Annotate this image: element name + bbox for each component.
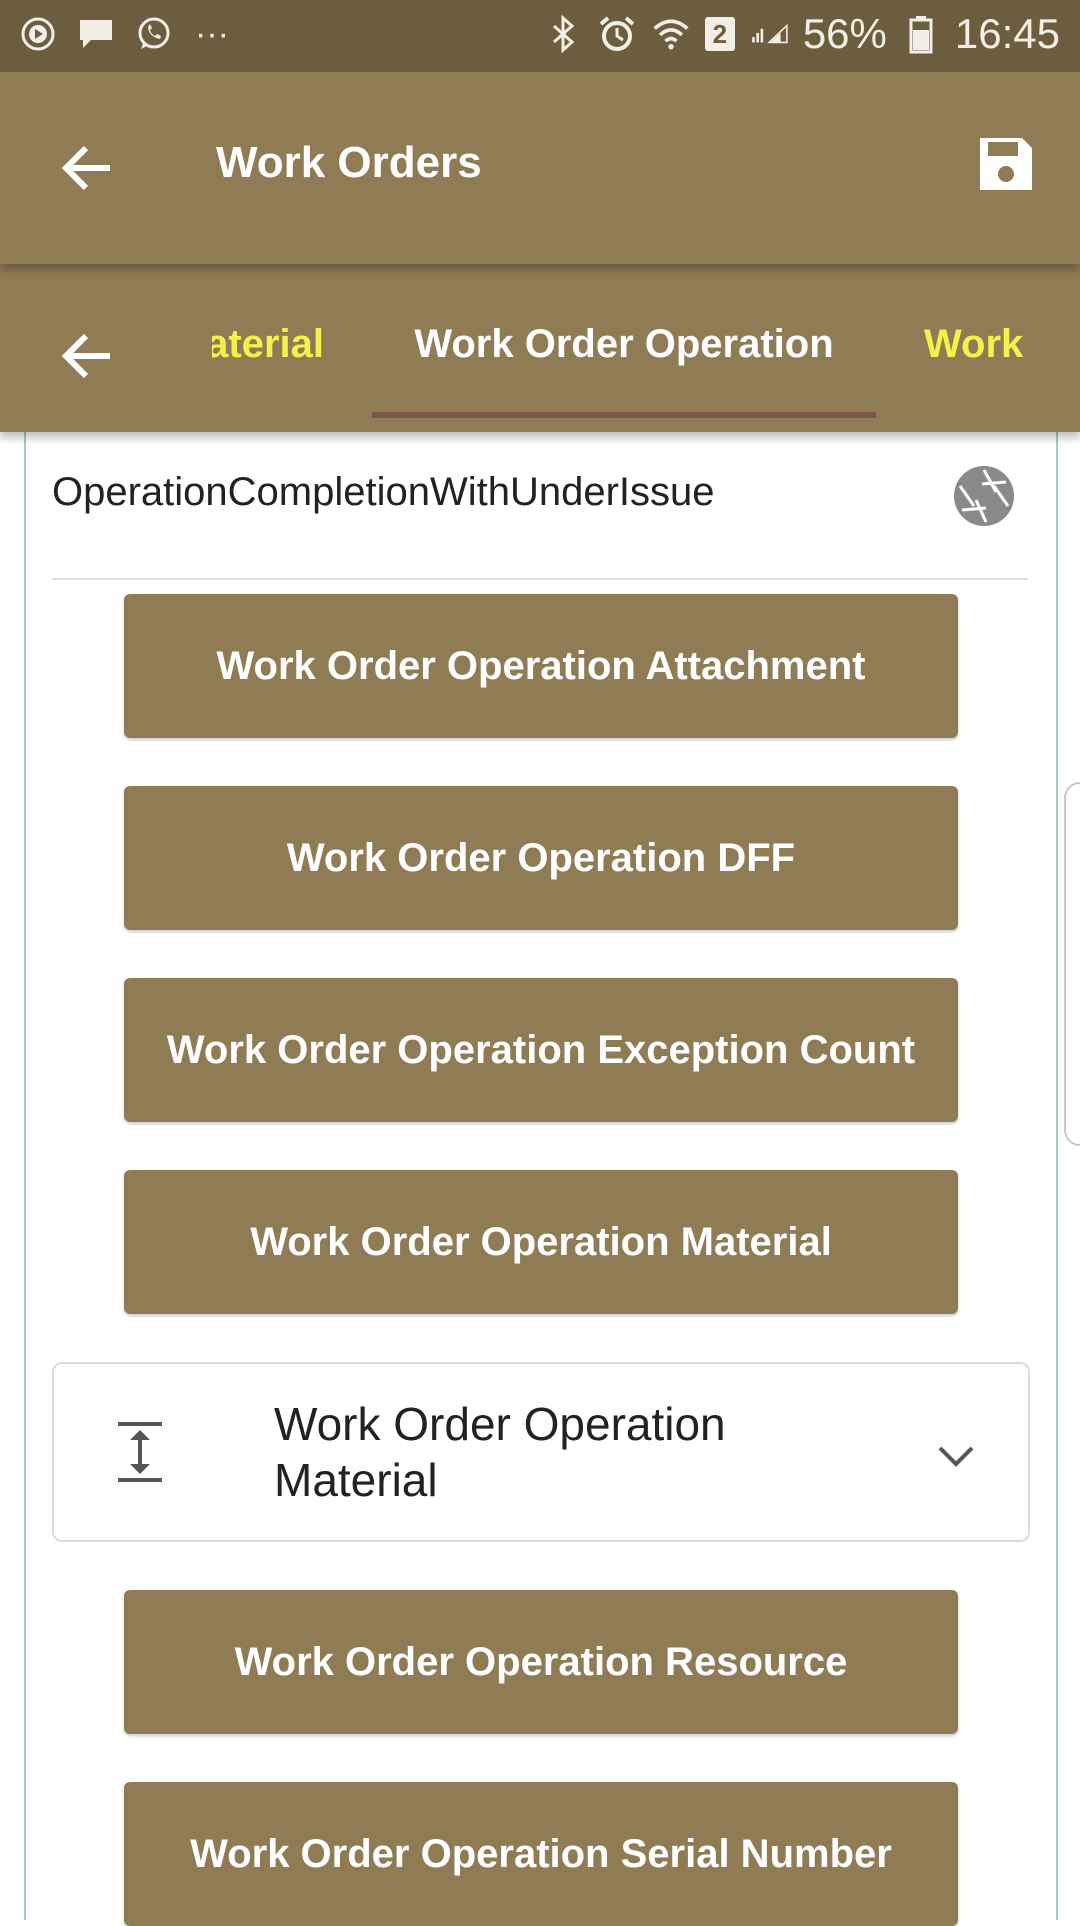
expand-vertical-icon: [112, 1420, 168, 1484]
app-bar: Work Orders: [0, 72, 1080, 264]
bluetooth-icon: [543, 14, 583, 54]
tab-bar: Material Work Order Operation Work: [0, 264, 1080, 432]
more-dots-icon: ···: [195, 14, 229, 53]
work-order-operation-material-button[interactable]: Work Order Operation Material: [124, 1170, 958, 1314]
page-title: Work Orders: [216, 138, 482, 187]
active-tab-indicator: [372, 412, 876, 418]
work-order-operation-serial-number-button[interactable]: Work Order Operation Serial Number: [124, 1782, 958, 1926]
wifi-icon: [651, 14, 691, 54]
aperture-icon[interactable]: [952, 464, 1016, 528]
message-icon: [76, 14, 116, 54]
arrow-left-icon[interactable]: [52, 320, 124, 392]
clock: 16:45: [954, 10, 1060, 57]
expander-label: Work Order Operation Material: [274, 1398, 726, 1506]
side-drawer-handle[interactable]: [1064, 782, 1080, 1146]
whatsapp-icon: [134, 14, 174, 54]
sim2-icon: 2: [704, 17, 735, 51]
work-order-operation-material-expander[interactable]: Work Order Operation Material: [52, 1362, 1030, 1542]
chevron-down-icon[interactable]: [934, 1434, 978, 1478]
work-order-operation-exception-count-button[interactable]: Work Order Operation Exception Count: [124, 978, 958, 1122]
operation-row: OperationCompletionWithUnderIssue: [52, 432, 1028, 580]
signal-icon: [749, 14, 789, 54]
save-icon[interactable]: [976, 134, 1036, 194]
alarm-icon: [597, 14, 637, 54]
tab-material[interactable]: Material: [212, 322, 324, 367]
tab-work[interactable]: Work: [924, 322, 1023, 367]
arrow-left-icon[interactable]: [52, 132, 124, 204]
play-icon: [18, 14, 58, 54]
operation-label: OperationCompletionWithUnderIssue: [52, 470, 715, 514]
battery-icon: [901, 14, 941, 54]
content-panel: OperationCompletionWithUnderIssue Work O…: [24, 432, 1058, 1926]
tab-work-order-operation[interactable]: Work Order Operation: [372, 322, 876, 367]
work-order-operation-dff-button[interactable]: Work Order Operation DFF: [124, 786, 958, 930]
work-order-operation-attachment-button[interactable]: Work Order Operation Attachment: [124, 594, 958, 738]
status-bar: ··· 2 56% 16:45: [0, 0, 1080, 72]
work-order-operation-resource-button[interactable]: Work Order Operation Resource: [124, 1590, 958, 1734]
battery-percent: 56%: [802, 10, 887, 57]
